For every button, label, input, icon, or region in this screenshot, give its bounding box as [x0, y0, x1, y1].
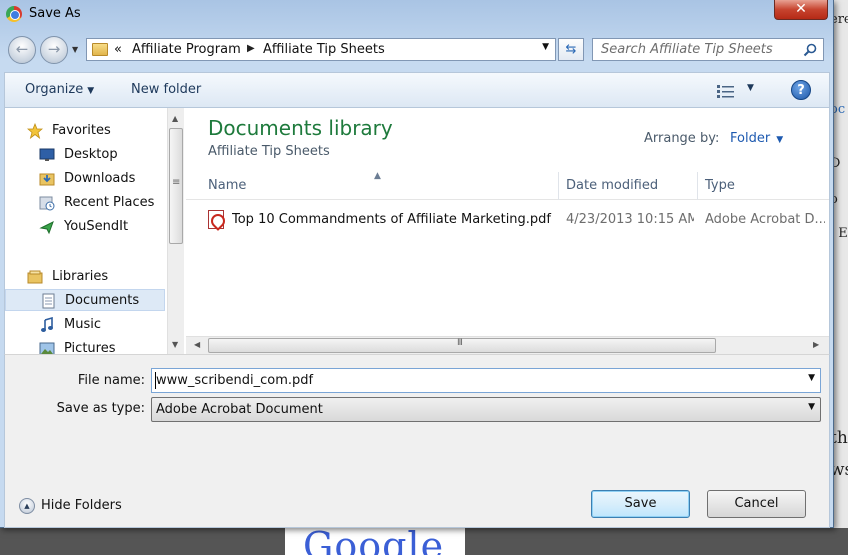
save-as-dialog: Save As ✕ ← → ▼ « Affiliate Program ▶ Af…: [0, 0, 834, 528]
file-name-field[interactable]: www_scribendi_com.pdf ▼: [151, 368, 821, 393]
yousendit-icon: [39, 220, 54, 235]
chevron-down-icon: ▼: [776, 135, 784, 145]
sidebar-item-desktop[interactable]: Desktop: [5, 144, 165, 166]
scrollbar-thumb[interactable]: [208, 338, 716, 353]
breadcrumb-affiliate-tip-sheets[interactable]: Affiliate Tip Sheets: [263, 42, 385, 57]
column-header-type[interactable]: Type: [705, 178, 735, 193]
address-dropdown-icon[interactable]: ▼: [542, 42, 549, 52]
breadcrumb-affiliate-program[interactable]: Affiliate Program: [132, 42, 241, 57]
new-folder-button[interactable]: New folder: [131, 82, 201, 97]
forward-button[interactable]: →: [40, 36, 68, 64]
view-options-icon[interactable]: [717, 84, 735, 98]
scroll-up-icon[interactable]: ▲: [172, 114, 178, 123]
arrange-by-label: Arrange by:: [644, 131, 720, 146]
search-box[interactable]: Search Affiliate Tip Sheets: [592, 38, 824, 61]
address-bar[interactable]: « Affiliate Program ▶ Affiliate Tip Shee…: [86, 38, 556, 61]
library-subtitle: Affiliate Tip Sheets: [208, 144, 330, 159]
scroll-left-icon[interactable]: ◀: [194, 340, 200, 349]
search-icon[interactable]: [803, 43, 817, 57]
horizontal-scrollbar[interactable]: ◀ ▶: [186, 336, 829, 354]
file-row[interactable]: Top 10 Commandments of Affiliate Marketi…: [186, 208, 829, 232]
column-header-date-modified[interactable]: Date modified: [566, 178, 658, 193]
sidebar-item-yousendit[interactable]: YouSendIt: [5, 216, 165, 238]
sidebar-item-documents[interactable]: Documents: [5, 289, 165, 311]
file-name: Top 10 Commandments of Affiliate Marketi…: [232, 212, 552, 227]
music-icon: [41, 317, 53, 332]
navigation-scrollbar[interactable]: ▲ ▼: [167, 108, 184, 354]
cancel-button[interactable]: Cancel: [707, 490, 806, 518]
breadcrumb-overflow[interactable]: «: [114, 42, 122, 57]
breadcrumb-separator-icon[interactable]: ▶: [247, 43, 255, 54]
title-bar: Save As ✕: [0, 0, 834, 30]
file-name-value: www_scribendi_com.pdf: [156, 373, 314, 388]
window-title: Save As: [29, 6, 81, 21]
folder-icon: [92, 43, 108, 56]
pdf-icon: [208, 210, 224, 229]
sort-ascending-icon: ▲: [374, 171, 381, 181]
sidebar-item-downloads[interactable]: Downloads: [5, 168, 165, 190]
search-input[interactable]: Search Affiliate Tip Sheets: [601, 42, 773, 57]
library-title: Documents library: [208, 116, 393, 140]
file-list-pane: Documents library Affiliate Tip Sheets A…: [186, 108, 829, 354]
sidebar-item-libraries[interactable]: Libraries: [5, 266, 165, 288]
pictures-icon: [39, 342, 55, 354]
column-divider[interactable]: [558, 172, 559, 200]
star-icon: [27, 123, 43, 139]
refresh-button[interactable]: ⇆: [558, 38, 584, 61]
column-header-name[interactable]: Name: [208, 178, 246, 193]
close-button[interactable]: ✕: [774, 0, 828, 20]
chrome-icon: [6, 6, 22, 22]
recent-pages-dropdown-icon[interactable]: ▼: [72, 45, 78, 54]
sidebar-item-favorites[interactable]: Favorites: [5, 120, 165, 142]
command-bar: Organize ▼ New folder ▼ ?: [4, 72, 830, 108]
documents-icon: [42, 293, 55, 309]
navigation-bar: ← → ▼ « Affiliate Program ▶ Affiliate Ti…: [0, 36, 834, 64]
arrange-by-dropdown[interactable]: Folder ▼: [730, 131, 783, 146]
sidebar-item-music[interactable]: Music: [5, 314, 165, 336]
desktop-icon: [39, 148, 55, 161]
column-divider[interactable]: [697, 172, 698, 200]
column-headers: ▲ Name Date modified Type: [186, 171, 829, 200]
sidebar-item-recent-places[interactable]: Recent Places: [5, 192, 165, 214]
back-button[interactable]: ←: [8, 36, 36, 64]
view-dropdown-icon[interactable]: ▼: [747, 83, 754, 93]
sidebar-item-pictures[interactable]: Pictures: [5, 338, 165, 354]
file-date: 4/23/2013 10:15 AM: [566, 212, 694, 227]
organize-button[interactable]: Organize ▼: [25, 82, 94, 97]
file-name-label: File name:: [77, 373, 145, 388]
scroll-right-icon[interactable]: ▶: [813, 340, 819, 349]
libraries-icon: [27, 270, 43, 284]
file-type: Adobe Acrobat D...: [705, 212, 825, 227]
save-button[interactable]: Save: [591, 490, 690, 518]
navigation-pane: Favorites Desktop Downloads Recent Place…: [5, 108, 165, 354]
save-form: File name: www_scribendi_com.pdf ▼ Save …: [4, 354, 830, 528]
downloads-folder-icon: [39, 173, 55, 186]
chevron-down-icon: ▼: [87, 86, 95, 96]
save-as-type-value: Adobe Acrobat Document: [156, 402, 323, 417]
background-google-logo: Google: [285, 528, 465, 555]
collapse-up-icon: ▲: [19, 498, 35, 514]
recent-places-icon: [39, 196, 55, 211]
save-as-type-select[interactable]: Adobe Acrobat Document ▼: [151, 397, 821, 422]
scroll-down-icon[interactable]: ▼: [172, 340, 178, 349]
help-icon[interactable]: ?: [791, 80, 811, 100]
save-as-type-label: Save as type:: [56, 401, 145, 416]
chevron-down-icon[interactable]: ▼: [808, 373, 815, 383]
browser-area: Favorites Desktop Downloads Recent Place…: [4, 108, 830, 354]
scrollbar-thumb[interactable]: [169, 128, 183, 244]
chevron-down-icon: ▼: [808, 402, 815, 412]
